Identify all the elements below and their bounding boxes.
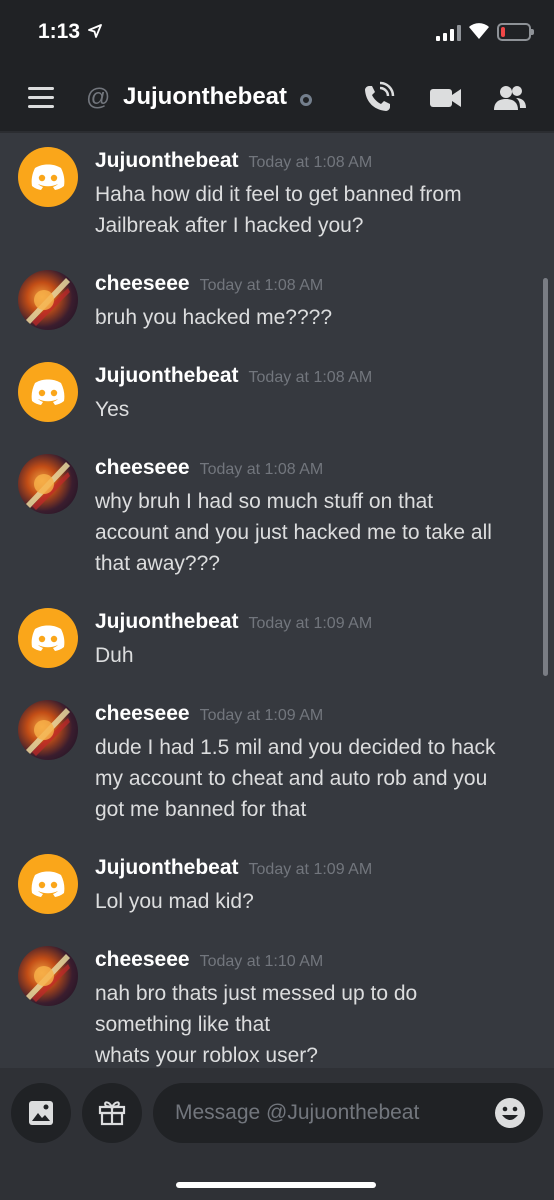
- message-text-line: dude I had 1.5 mil and you decided to ha…: [95, 736, 496, 759]
- channel-title: Jujuonthebeat: [123, 83, 288, 110]
- message-text-line: something like that: [95, 1013, 271, 1036]
- message-timestamp: Today at 1:09 AM: [248, 615, 373, 632]
- message-item[interactable]: cheeseee Today at 1:10 AM nah bro thats ju…: [0, 943, 554, 1068]
- message-input-container[interactable]: [153, 1083, 543, 1143]
- discord-logo-icon: [31, 625, 65, 651]
- author-name: Jujuonthebeat: [95, 856, 239, 879]
- profile-photo-avatar[interactable]: [18, 700, 78, 760]
- image-upload-button[interactable]: [11, 1083, 71, 1143]
- offline-status-icon: [300, 94, 312, 106]
- message-author[interactable]: cheeseee Today at 1:10 AM: [95, 948, 323, 972]
- message-item[interactable]: cheeseee Today at 1:08 AM bruh you hacked …: [0, 267, 554, 338]
- members-icon[interactable]: [492, 80, 528, 116]
- gift-button[interactable]: [82, 1083, 142, 1143]
- message-author[interactable]: cheeseee Today at 1:08 AM: [95, 272, 323, 296]
- message-text-line: Haha how did it feel to get banned from: [95, 183, 462, 206]
- message-text-line: account and you just hacked me to take a…: [95, 521, 492, 544]
- profile-photo-icon: [26, 278, 70, 326]
- message-composer: [0, 1068, 554, 1200]
- author-name: cheeseee: [95, 948, 190, 971]
- discord-logo-icon: [31, 379, 65, 405]
- message-author[interactable]: Jujuonthebeat Today at 1:09 AM: [95, 856, 372, 880]
- author-name: cheeseee: [95, 456, 190, 479]
- profile-photo-icon: [26, 462, 70, 510]
- message-item[interactable]: Jujuonthebeat Today at 1:09 AM Duh: [0, 605, 554, 676]
- message-text-line: Jailbreak after I hacked you?: [95, 214, 364, 237]
- menu-button[interactable]: [26, 86, 56, 110]
- location-arrow-icon: [88, 24, 102, 38]
- discord-logo-avatar[interactable]: [18, 608, 78, 668]
- wifi-icon: [469, 23, 489, 39]
- message-author[interactable]: Jujuonthebeat Today at 1:08 AM: [95, 149, 372, 173]
- message-text-line: nah bro thats just messed up to do: [95, 982, 418, 1005]
- message-item[interactable]: Jujuonthebeat Today at 1:08 AM Haha how di…: [0, 144, 554, 246]
- message-item[interactable]: cheeseee Today at 1:09 AM dude I had 1.5 m…: [0, 697, 554, 830]
- gift-icon: [98, 1101, 126, 1126]
- discord-logo-avatar[interactable]: [18, 362, 78, 422]
- message-author[interactable]: cheeseee Today at 1:09 AM: [95, 702, 323, 726]
- profile-photo-avatar[interactable]: [18, 946, 78, 1006]
- message-timestamp: Today at 1:09 AM: [199, 707, 324, 724]
- author-name: cheeseee: [95, 702, 190, 725]
- author-name: Jujuonthebeat: [95, 610, 239, 633]
- message-author[interactable]: Jujuonthebeat Today at 1:09 AM: [95, 610, 372, 634]
- message-timestamp: Today at 1:08 AM: [199, 277, 324, 294]
- message-item[interactable]: Jujuonthebeat Today at 1:08 AM Yes: [0, 359, 554, 430]
- message-text-line: Duh: [95, 644, 134, 667]
- message-text-line: that away???: [95, 552, 220, 575]
- cellular-signal-icon: [436, 25, 461, 41]
- message-text-line: why bruh I had so much stuff on that: [95, 490, 434, 513]
- profile-photo-avatar[interactable]: [18, 454, 78, 514]
- status-time: 1:13: [38, 20, 81, 43]
- message-author[interactable]: cheeseee Today at 1:08 AM: [95, 456, 323, 480]
- author-name: cheeseee: [95, 272, 190, 295]
- battery-level: [501, 27, 505, 37]
- emoji-icon[interactable]: [493, 1096, 527, 1130]
- discord-logo-avatar[interactable]: [18, 854, 78, 914]
- message-timestamp: Today at 1:10 AM: [199, 953, 324, 970]
- message-item[interactable]: cheeseee Today at 1:08 AM why bruh I had s…: [0, 451, 554, 584]
- message-author[interactable]: Jujuonthebeat Today at 1:08 AM: [95, 364, 372, 388]
- message-text-line: got me banned for that: [95, 798, 307, 821]
- profile-photo-icon: [26, 708, 70, 756]
- message-text-line: whats your roblox user?: [95, 1044, 318, 1067]
- message-timestamp: Today at 1:09 AM: [248, 861, 373, 878]
- message-input[interactable]: [175, 1097, 475, 1129]
- scrollbar[interactable]: [543, 278, 548, 676]
- status-bar: 1:13: [0, 0, 554, 66]
- image-icon: [29, 1101, 53, 1125]
- discord-logo-icon: [31, 164, 65, 190]
- message-timestamp: Today at 1:08 AM: [248, 369, 373, 386]
- author-name: Jujuonthebeat: [95, 149, 239, 172]
- profile-photo-avatar[interactable]: [18, 270, 78, 330]
- message-text-line: Lol you mad kid?: [95, 890, 254, 913]
- discord-logo-icon: [31, 871, 65, 897]
- message-timestamp: Today at 1:08 AM: [199, 461, 324, 478]
- author-name: Jujuonthebeat: [95, 364, 239, 387]
- home-indicator[interactable]: [176, 1182, 376, 1188]
- message-text-line: my account to cheat and auto rob and you: [95, 767, 488, 790]
- profile-photo-icon: [26, 954, 70, 1002]
- header-divider: [0, 131, 554, 133]
- message-text-line: bruh you hacked me????: [95, 306, 332, 329]
- at-symbol-icon: @: [86, 84, 111, 111]
- message-list[interactable]: Jujuonthebeat Today at 1:08 AM Haha how di…: [0, 134, 554, 1068]
- discord-logo-avatar[interactable]: [18, 147, 78, 207]
- battery-icon: [497, 23, 534, 41]
- message-item[interactable]: Jujuonthebeat Today at 1:09 AM Lol you mad…: [0, 851, 554, 922]
- call-icon[interactable]: [360, 80, 396, 116]
- channel-header: @ Jujuonthebeat: [0, 66, 554, 132]
- message-timestamp: Today at 1:08 AM: [248, 154, 373, 171]
- video-icon[interactable]: [428, 80, 464, 116]
- message-text-line: Yes: [95, 398, 130, 421]
